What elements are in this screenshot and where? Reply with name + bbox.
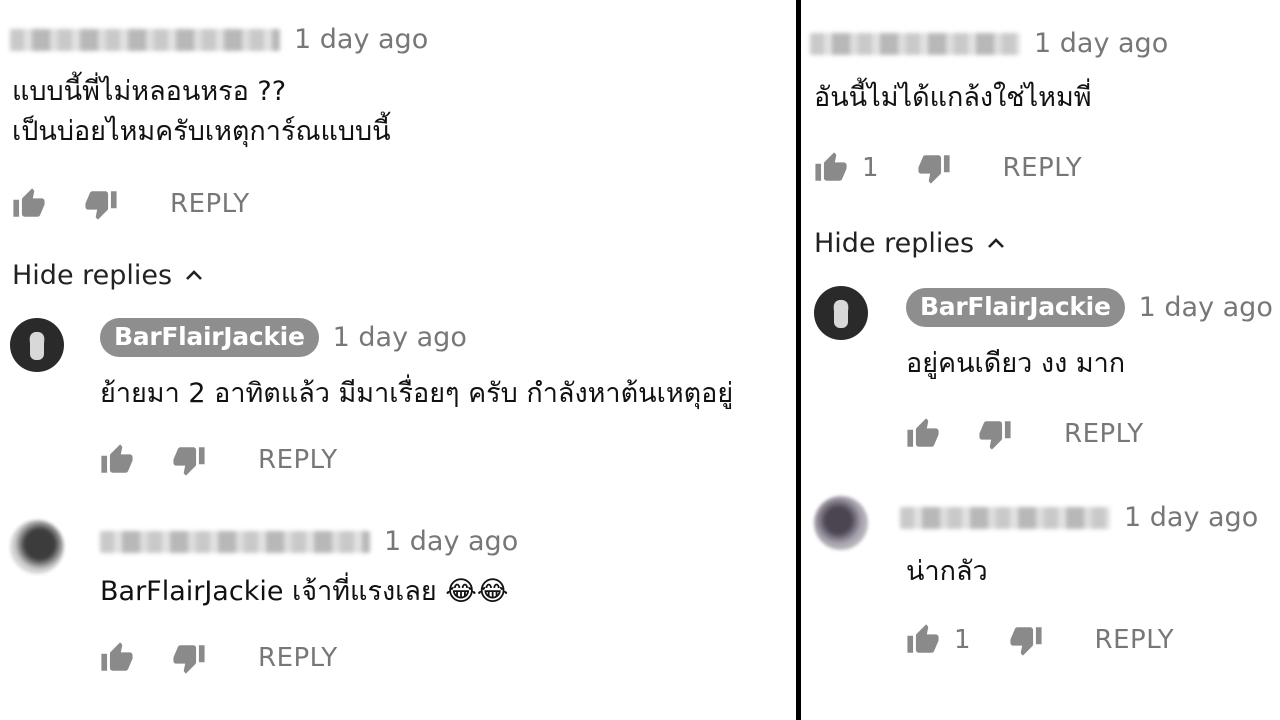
like-count: 1	[954, 625, 971, 655]
comment-actions: REPLY	[906, 414, 1144, 454]
blurred-author-name[interactable]	[900, 506, 1110, 529]
comment-text: แบบนี้พี่ไม่หลอนหรอ ?? เป็นบ่อยไหมครับเห…	[12, 72, 391, 152]
right-screenshot-panel: 1 day ago อันนี้ไม่ได้แกล้งใช่ไหมพี่ 1 R…	[802, 0, 1280, 720]
chevron-up-icon	[984, 232, 1008, 256]
thumbs-down-icon[interactable]	[172, 443, 206, 477]
thumbs-up-icon[interactable]	[906, 417, 940, 451]
comment-actions: 1 REPLY	[906, 620, 1174, 660]
like-count: 1	[862, 153, 879, 183]
comment-actions: REPLY	[12, 184, 250, 224]
timestamp[interactable]: 1 day ago	[1139, 292, 1273, 323]
blurred-author-name[interactable]	[810, 32, 1020, 55]
reply-comment: BarFlairJackie 1 day ago ย้ายมา 2 อาทิตแล…	[0, 310, 796, 490]
comment-header: BarFlairJackie 1 day ago	[100, 318, 467, 357]
thumbs-up-icon[interactable]	[12, 187, 46, 221]
hide-replies-label: Hide replies	[12, 260, 173, 291]
timestamp[interactable]: 1 day ago	[1034, 28, 1168, 59]
comment-text: ย้ายมา 2 อาทิตแล้ว มีมาเรื่อยๆ ครับ กำลั…	[100, 378, 734, 409]
chevron-up-icon	[182, 264, 206, 288]
thumbs-down-icon[interactable]	[84, 187, 118, 221]
comment-text: น่ากลัว	[906, 556, 988, 587]
top-comment: 1 day ago แบบนี้พี่ไม่หลอนหรอ ?? เป็นบ่อ…	[0, 0, 796, 240]
reply-button[interactable]: REPLY	[170, 189, 250, 219]
comment-header: 1 day ago	[100, 526, 518, 557]
thumbs-up-icon[interactable]	[814, 151, 848, 185]
comment-line: เป็นบ่อยไหมครับเหตุการ์ณแบบนี้	[12, 116, 391, 147]
thumbs-down-icon[interactable]	[917, 151, 951, 185]
hide-replies-toggle[interactable]: Hide replies	[814, 228, 1008, 259]
comment-header: BarFlairJackie 1 day ago	[906, 288, 1273, 327]
thumbs-down-icon[interactable]	[172, 641, 206, 675]
timestamp[interactable]: 1 day ago	[1124, 502, 1258, 533]
comment-text: อยู่คนเดียว งง มาก	[906, 348, 1126, 379]
author-name-chip[interactable]: BarFlairJackie	[100, 318, 319, 357]
timestamp[interactable]: 1 day ago	[384, 526, 518, 557]
reply-button[interactable]: REPLY	[1003, 153, 1083, 183]
comment-actions: REPLY	[100, 440, 338, 480]
thumbs-down-icon[interactable]	[978, 417, 1012, 451]
comment-header: 1 day ago	[10, 24, 428, 55]
timestamp[interactable]: 1 day ago	[333, 322, 467, 353]
thumbs-up-icon[interactable]	[100, 641, 134, 675]
comment-header: 1 day ago	[810, 28, 1168, 59]
comment-text: BarFlairJackie เจ้าที่แรงเลย 😂😂	[100, 576, 509, 607]
avatar[interactable]	[814, 496, 868, 550]
blurred-author-name[interactable]	[10, 28, 280, 51]
thumbs-up-icon[interactable]	[906, 623, 940, 657]
left-screenshot-panel: 1 day ago แบบนี้พี่ไม่หลอนหรอ ?? เป็นบ่อ…	[0, 0, 796, 720]
comment-text: อันนี้ไม่ได้แกล้งใช่ไหมพี่	[814, 82, 1092, 113]
author-name-chip[interactable]: BarFlairJackie	[906, 288, 1125, 327]
comment-actions: REPLY	[100, 638, 338, 678]
reply-button[interactable]: REPLY	[1064, 419, 1144, 449]
panel-divider	[796, 0, 801, 720]
hide-replies-label: Hide replies	[814, 228, 975, 259]
timestamp[interactable]: 1 day ago	[294, 24, 428, 55]
reply-comment: BarFlairJackie 1 day ago อยู่คนเดียว งง ม…	[802, 282, 1280, 472]
hide-replies-toggle[interactable]: Hide replies	[12, 260, 206, 291]
avatar[interactable]	[814, 286, 868, 340]
reply-button[interactable]: REPLY	[1095, 625, 1175, 655]
reply-button[interactable]: REPLY	[258, 643, 338, 673]
reply-button[interactable]: REPLY	[258, 445, 338, 475]
comment-line: แบบนี้พี่ไม่หลอนหรอ ??	[12, 76, 287, 107]
reply-comment: 1 day ago BarFlairJackie เจ้าที่แรงเลย 😂…	[0, 512, 796, 692]
comment-actions: 1 REPLY	[814, 148, 1082, 188]
blurred-author-name[interactable]	[100, 530, 370, 553]
top-comment: 1 day ago อันนี้ไม่ได้แกล้งใช่ไหมพี่ 1 R…	[802, 0, 1280, 210]
comment-header: 1 day ago	[900, 502, 1258, 533]
thumbs-up-icon[interactable]	[100, 443, 134, 477]
avatar[interactable]	[10, 520, 64, 574]
reply-comment: 1 day ago น่ากลัว 1 REPLY	[802, 490, 1280, 680]
avatar[interactable]	[10, 318, 64, 372]
thumbs-down-icon[interactable]	[1009, 623, 1043, 657]
